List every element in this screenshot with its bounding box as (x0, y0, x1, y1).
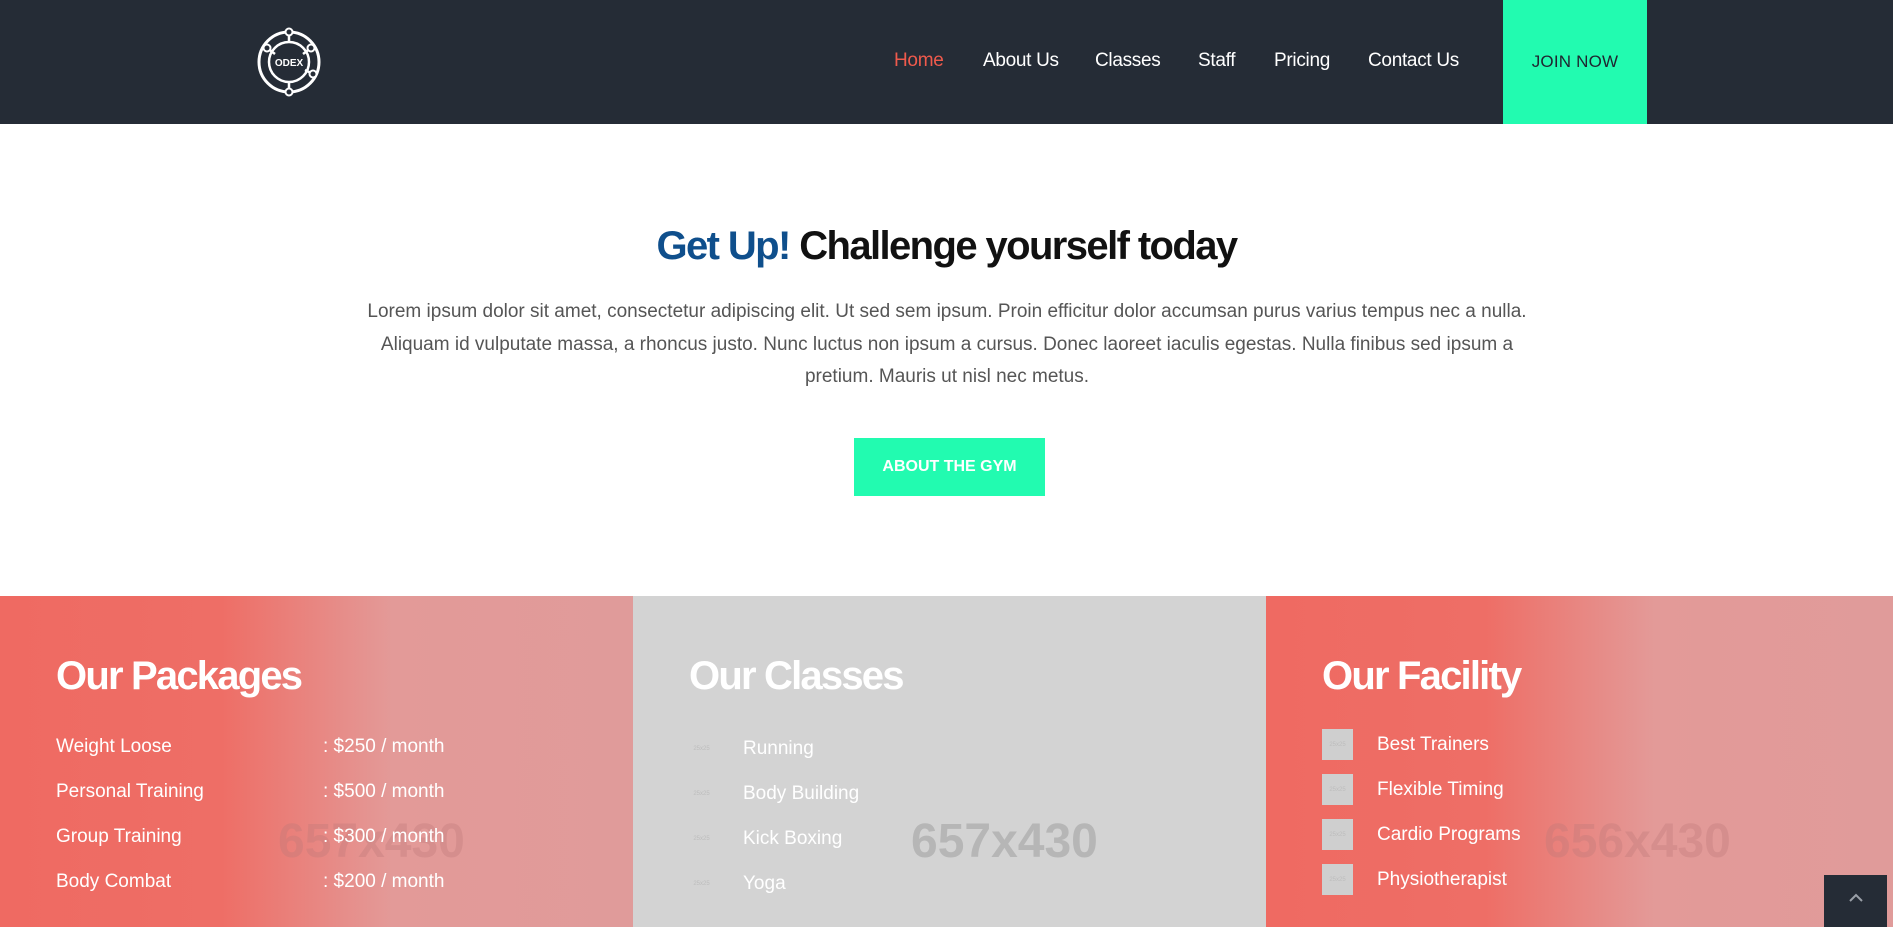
about-the-gym-button[interactable]: ABOUT THE GYM (854, 438, 1045, 496)
list-item: 25x25 Flexible Timing (1322, 774, 1504, 805)
facility-thumbnail: 25x25 (1322, 864, 1353, 895)
logo[interactable]: ODEX (253, 26, 325, 98)
class-thumbnail: 25x25 (693, 745, 710, 752)
logo-icon: ODEX (257, 27, 321, 97)
nav-classes[interactable]: Classes (1095, 50, 1161, 72)
facility-label: Cardio Programs (1377, 823, 1521, 845)
class-label: Kick Boxing (743, 827, 843, 849)
nav-about-us[interactable]: About Us (983, 50, 1059, 72)
chevron-up-icon (1848, 893, 1863, 902)
image-placeholder-label: 657x430 (911, 815, 1098, 868)
list-item: 25x25 Physiotherapist (1322, 864, 1507, 895)
package-price: : $200 / month (323, 871, 445, 892)
package-name: Body Combat (56, 871, 172, 892)
hero-title: Get Up! Challenge yourself today (0, 224, 1893, 269)
nav-pricing[interactable]: Pricing (1274, 50, 1330, 72)
list-item: 25x25 Kick Boxing (689, 826, 842, 851)
package-name: Group Training (56, 826, 182, 847)
class-label: Body Building (743, 782, 860, 804)
package-price: : $300 / month (323, 826, 445, 847)
packages-panel: 657x430 Our Packages Weight Loose : $250… (0, 596, 633, 927)
list-item: 25x25 Cardio Programs (1322, 819, 1521, 850)
facility-thumbnail: 25x25 (1322, 819, 1353, 850)
nav-contact-us[interactable]: Contact Us (1368, 50, 1459, 72)
facility-label: Physiotherapist (1377, 868, 1507, 890)
scroll-to-top-button[interactable] (1824, 875, 1887, 927)
class-thumbnail: 25x25 (693, 835, 710, 842)
package-price: : $500 / month (323, 781, 445, 802)
class-thumbnail: 25x25 (693, 790, 710, 797)
package-name: Personal Training (56, 781, 204, 802)
classes-panel: 657x430 Our Classes 25x25 Running 25x25 … (633, 596, 1266, 927)
facility-title: Our Facility (1322, 654, 1522, 698)
classes-title: Our Classes (689, 654, 904, 698)
list-item: 25x25 Yoga (689, 871, 786, 896)
list-item: 25x25 Body Building (689, 781, 859, 806)
join-now-button[interactable]: JOIN NOW (1503, 0, 1647, 124)
facility-thumbnail: 25x25 (1322, 774, 1353, 805)
image-placeholder-label: 656x430 (1544, 815, 1731, 868)
facility-label: Best Trainers (1377, 733, 1489, 755)
packages-title: Our Packages (56, 654, 303, 698)
hero-description: Lorem ipsum dolor sit amet, consectetur … (367, 301, 1527, 387)
hero-title-rest: Challenge yourself today (789, 224, 1238, 268)
package-price: : $250 / month (323, 736, 445, 757)
package-name: Weight Loose (56, 736, 172, 757)
class-thumbnail: 25x25 (693, 880, 710, 887)
hero-title-accent: Get Up! (656, 224, 791, 268)
class-label: Yoga (743, 872, 786, 894)
facility-thumbnail: 25x25 (1322, 729, 1353, 760)
list-item: 25x25 Best Trainers (1322, 729, 1489, 760)
nav-staff[interactable]: Staff (1198, 50, 1236, 72)
facility-label: Flexible Timing (1377, 778, 1504, 800)
site-header: ODEX Home About Us Classes Staff Pricing… (0, 0, 1893, 124)
list-item: 25x25 Running (689, 736, 814, 761)
class-label: Running (743, 737, 814, 759)
nav-home[interactable]: Home (894, 50, 944, 72)
facility-panel: 656x430 Our Facility 25x25 Best Trainers… (1266, 596, 1893, 927)
svg-text:ODEX: ODEX (275, 58, 304, 69)
